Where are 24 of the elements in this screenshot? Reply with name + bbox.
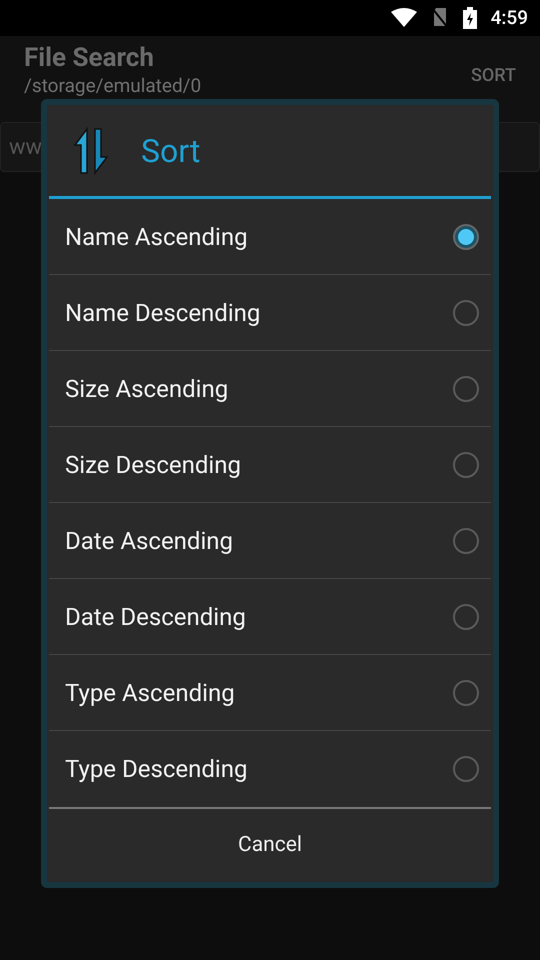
app-title: File Search: [24, 42, 155, 74]
dialog-title: Sort: [141, 130, 200, 172]
sort-option[interactable]: Type Descending: [49, 731, 491, 807]
path-subtitle: /storage/emulated/0: [24, 74, 202, 98]
battery-charging-icon: [462, 7, 477, 29]
sort-option[interactable]: Date Ascending: [49, 503, 491, 579]
sort-option[interactable]: Date Descending: [49, 579, 491, 655]
radio-button[interactable]: [453, 300, 479, 326]
radio-button[interactable]: [453, 452, 479, 478]
sort-option[interactable]: Size Ascending: [49, 351, 491, 427]
radio-button[interactable]: [453, 376, 479, 402]
wifi-icon: [390, 8, 417, 28]
sort-option[interactable]: Type Ascending: [49, 655, 491, 731]
clock: 4:59: [490, 4, 528, 31]
sort-option[interactable]: Name Descending: [49, 275, 491, 351]
sort-option[interactable]: Size Descending: [49, 427, 491, 503]
sort-option[interactable]: Name Ascending: [49, 199, 491, 275]
cancel-button[interactable]: Cancel: [49, 809, 491, 882]
sort-arrows-icon: [71, 126, 111, 174]
radio-button[interactable]: [453, 528, 479, 554]
radio-button[interactable]: [453, 756, 479, 782]
radio-button[interactable]: [453, 604, 479, 630]
radio-button[interactable]: [453, 680, 479, 706]
radio-button[interactable]: [453, 224, 479, 250]
